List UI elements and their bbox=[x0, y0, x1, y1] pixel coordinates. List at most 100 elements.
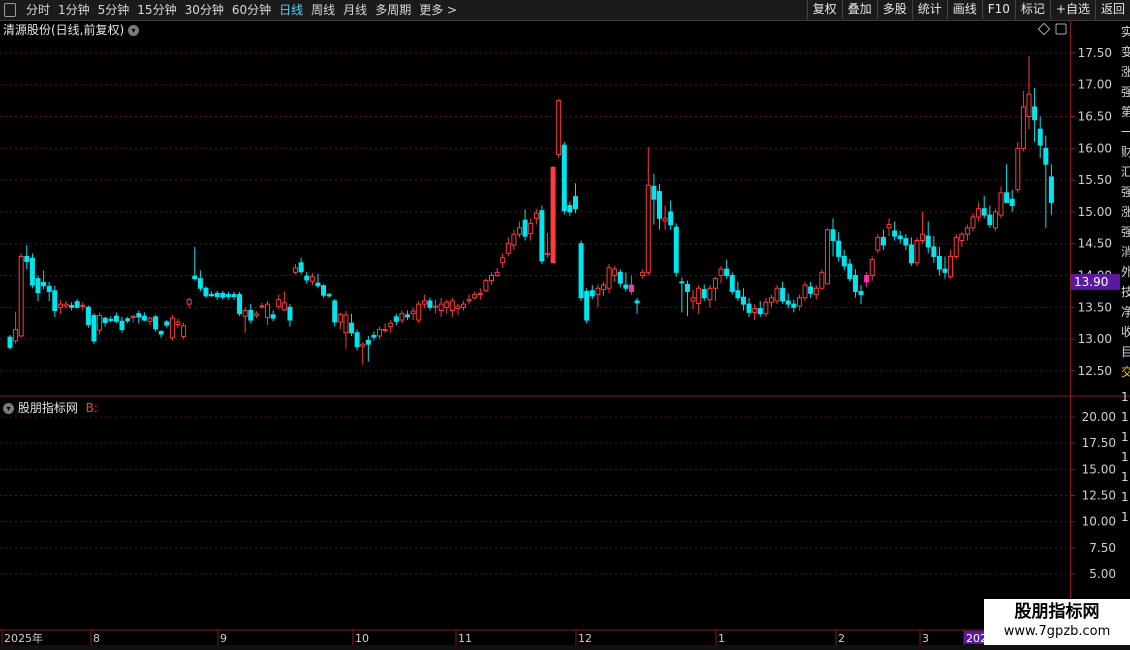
price-axis-label: 14.00 bbox=[1078, 269, 1112, 283]
candle-body bbox=[701, 289, 707, 299]
candle-body bbox=[813, 287, 819, 296]
candle-body bbox=[673, 226, 679, 273]
tab-period-10[interactable]: 更多 > bbox=[415, 2, 461, 18]
candle-body bbox=[321, 285, 327, 296]
candle-body bbox=[712, 278, 718, 289]
toolbar-button-8[interactable]: 返回 bbox=[1094, 0, 1130, 19]
candle-body bbox=[365, 339, 371, 345]
candle-body bbox=[729, 275, 735, 292]
tab-period-0[interactable]: 分时 bbox=[22, 2, 54, 18]
candle-body bbox=[684, 283, 690, 292]
candle-body bbox=[623, 284, 629, 289]
candle-body bbox=[455, 305, 461, 310]
tab-period-1[interactable]: 1分钟 bbox=[54, 2, 94, 18]
candle-body bbox=[662, 217, 668, 222]
candle-body bbox=[410, 310, 416, 315]
candle-body bbox=[970, 216, 976, 229]
price-axis-label: 15.00 bbox=[1078, 205, 1112, 219]
tab-period-2[interactable]: 5分钟 bbox=[94, 2, 134, 18]
candle-body bbox=[209, 294, 215, 297]
candle-body bbox=[427, 300, 433, 308]
candle-body bbox=[203, 287, 209, 297]
candle-body bbox=[634, 300, 640, 304]
candle-body bbox=[46, 285, 52, 292]
candle-body bbox=[102, 317, 108, 324]
candlestick-chart: 17.5017.0016.5016.0015.5015.0014.5014.00… bbox=[0, 20, 1130, 645]
candle-body bbox=[656, 191, 662, 219]
candle-body bbox=[466, 299, 472, 302]
candle-body bbox=[315, 282, 321, 287]
candle-body bbox=[964, 227, 970, 235]
candle-body bbox=[533, 212, 539, 219]
date-axis-label: 3 bbox=[922, 632, 929, 645]
indicator-axis-label: 5.00 bbox=[1089, 567, 1116, 581]
candle-body bbox=[914, 240, 920, 264]
price-axis-label: 12.50 bbox=[1078, 364, 1112, 378]
panel-icon bbox=[1055, 23, 1067, 35]
candle-body bbox=[651, 185, 657, 200]
toolbar-button-3[interactable]: 统计 bbox=[911, 0, 947, 19]
candle-body bbox=[85, 306, 91, 325]
toolbar-button-0[interactable]: 复权 bbox=[806, 0, 842, 19]
candle-body bbox=[746, 303, 752, 313]
toolbar-button-2[interactable]: 多股 bbox=[876, 0, 912, 19]
period-tabs: 分时 1分钟 5分钟 15分钟 30分钟 60分钟 日线 周线 月线 多周期 更多 > bbox=[22, 2, 461, 18]
tab-period-3[interactable]: 15分钟 bbox=[133, 2, 180, 18]
candle-body bbox=[528, 222, 534, 235]
current-price-value: 13.90 bbox=[1074, 275, 1108, 289]
candle-body bbox=[550, 166, 556, 264]
chevron-down-icon[interactable]: ▾ bbox=[3, 403, 14, 414]
toolbar-button-1[interactable]: 叠加 bbox=[841, 0, 877, 19]
candle-body bbox=[892, 230, 898, 237]
candle-body bbox=[214, 292, 220, 298]
candle-body bbox=[600, 284, 606, 291]
candle-body bbox=[517, 227, 523, 235]
candle-body bbox=[7, 336, 13, 348]
side-info-glyph: 1 bbox=[1121, 430, 1129, 444]
candle-body bbox=[1043, 147, 1049, 165]
chevron-down-icon[interactable]: ▾ bbox=[128, 25, 140, 36]
candle-body bbox=[57, 303, 63, 308]
candle-body bbox=[125, 318, 131, 322]
toolbar-button-5[interactable]: F10 bbox=[981, 0, 1015, 19]
candle-body bbox=[791, 303, 797, 308]
side-info-glyph: 1 bbox=[1121, 390, 1129, 404]
tab-period-7[interactable]: 周线 bbox=[307, 2, 339, 18]
candle-body bbox=[175, 321, 181, 325]
side-info-glyph: 1 bbox=[1121, 490, 1129, 504]
candle-body bbox=[824, 229, 830, 285]
candle-body bbox=[897, 235, 903, 240]
candle-body bbox=[393, 316, 399, 322]
toolbar-right-buttons: 复权 叠加 多股 统计 画线 F10 标记 +自选 返回 bbox=[806, 0, 1130, 19]
tab-period-4[interactable]: 30分钟 bbox=[181, 2, 228, 18]
candle-body bbox=[858, 290, 864, 296]
side-info-glyph: 强 bbox=[1121, 85, 1130, 99]
toolbar-button-6[interactable]: 标记 bbox=[1014, 0, 1050, 19]
candle-body bbox=[757, 308, 763, 315]
side-info-glyph: 财 bbox=[1121, 145, 1130, 159]
candle-body bbox=[936, 255, 942, 270]
candle-body bbox=[981, 208, 987, 216]
candle-body bbox=[774, 287, 780, 302]
candle-body bbox=[136, 313, 142, 318]
tab-period-5[interactable]: 60分钟 bbox=[228, 2, 275, 18]
candle-body bbox=[880, 236, 886, 246]
candle-body bbox=[595, 287, 601, 296]
tab-period-9[interactable]: 多周期 bbox=[371, 2, 415, 18]
tab-period-6[interactable]: 日线 bbox=[275, 2, 307, 18]
candle-body bbox=[483, 280, 489, 292]
candle-body bbox=[472, 294, 478, 299]
candle-body bbox=[421, 300, 427, 305]
candle-body bbox=[130, 315, 136, 318]
watermark-url: www.7gpzb.com bbox=[1003, 624, 1111, 639]
toolbar-button-7[interactable]: +自选 bbox=[1049, 0, 1095, 19]
side-info-glyph: 净 bbox=[1121, 305, 1130, 319]
side-info-glyph: 外 bbox=[1121, 265, 1130, 279]
window-icon[interactable] bbox=[4, 3, 16, 17]
stock-title: 清源股份(日线,前复权) bbox=[3, 23, 125, 37]
toolbar-button-4[interactable]: 画线 bbox=[946, 0, 982, 19]
price-axis-label: 16.00 bbox=[1078, 141, 1112, 155]
candle-body bbox=[399, 313, 405, 321]
tab-period-8[interactable]: 月线 bbox=[339, 2, 371, 18]
candle-body bbox=[718, 268, 724, 277]
